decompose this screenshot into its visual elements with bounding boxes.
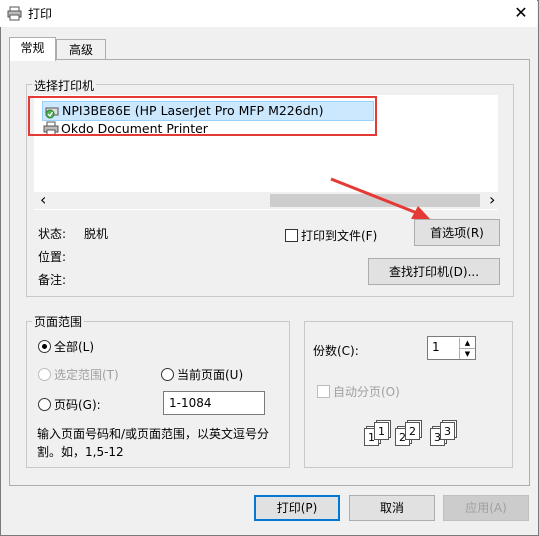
range-current-page-label: 当前页面(U) [177, 368, 244, 382]
close-icon[interactable]: ✕ [507, 2, 535, 24]
range-selection-radio[interactable] [38, 368, 51, 381]
collate-page-icon: 1 [374, 422, 389, 440]
page-range-label: 页面范围 [32, 313, 85, 330]
range-current-page-radio[interactable] [161, 368, 174, 381]
print-button[interactable]: 打印(P) [254, 495, 340, 521]
range-selection-label: 选定范围(T) [54, 368, 119, 382]
preferences-button[interactable]: 首选项(R) [414, 219, 500, 246]
status-value: 脱机 [84, 227, 109, 241]
comment-label: 备注: [38, 273, 67, 287]
collate-label: 自动分页(O) [333, 385, 400, 399]
print-to-file-checkbox[interactable] [285, 229, 298, 242]
scroll-left-icon[interactable]: ‹ [40, 192, 46, 208]
select-printer-label: 选择打印机 [32, 77, 97, 94]
scroll-right-icon[interactable]: › [489, 192, 495, 208]
range-pages-label: 页码(G): [54, 398, 101, 412]
copies-value: 1 [432, 340, 440, 354]
tab-advanced[interactable]: 高级 [56, 39, 106, 60]
copies-stepper[interactable]: 1 ▲ ▼ [427, 336, 476, 360]
range-pages-radio[interactable] [38, 398, 51, 411]
page-range-hint: 输入页面号码和/或页面范围，以英文逗号分割。如，1,5-12 [37, 427, 270, 459]
collate-page-icon: 2 [405, 422, 420, 440]
collate-page-icon: 3 [440, 422, 455, 440]
printer-icon [7, 6, 22, 21]
apply-button[interactable]: 应用(A) [443, 495, 529, 521]
find-printer-button[interactable]: 查找打印机(D)... [368, 258, 500, 285]
annotation-arrow-icon [330, 177, 431, 220]
range-all-label: 全部(L) [54, 340, 95, 354]
status-label: 状态: [38, 227, 67, 241]
pages-input[interactable]: 1-1084 [163, 391, 265, 415]
cancel-button[interactable]: 取消 [349, 495, 435, 521]
window-title: 打印 [28, 7, 53, 21]
collate-checkbox[interactable] [317, 385, 330, 398]
title-bar [0, 0, 537, 27]
spin-up-icon[interactable]: ▲ [459, 338, 475, 348]
location-label: 位置: [38, 250, 67, 264]
annotation-highlight-box [28, 96, 377, 136]
spin-down-icon[interactable]: ▼ [459, 348, 475, 359]
print-to-file-label: 打印到文件(F) [301, 229, 378, 243]
tab-general[interactable]: 常规 [9, 37, 56, 61]
range-all-radio[interactable] [38, 340, 51, 353]
copies-label: 份数(C): [313, 344, 359, 358]
